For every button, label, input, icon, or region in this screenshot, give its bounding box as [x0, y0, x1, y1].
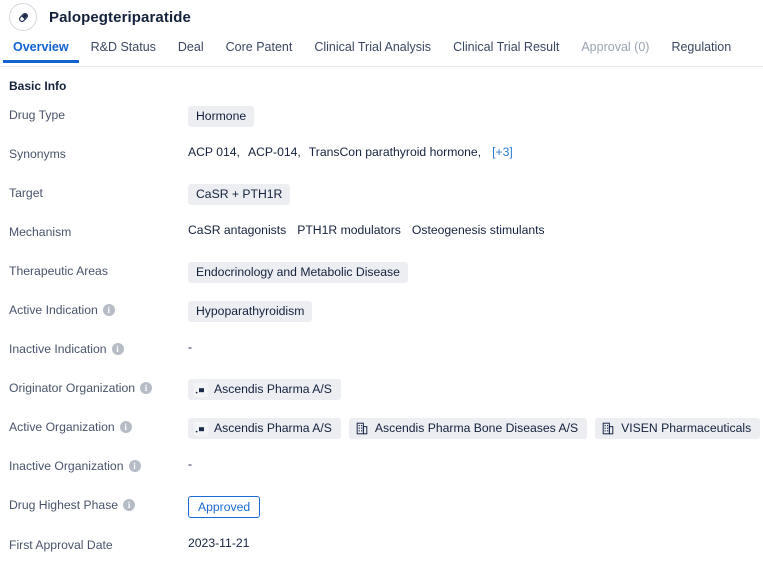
chip-organization[interactable]: Ascendis Pharma Bone Diseases A/S [348, 418, 588, 439]
chip-drug-type[interactable]: Hormone [188, 106, 255, 127]
tab-core-patent[interactable]: Core Patent [215, 34, 304, 63]
label-text: Synonyms [9, 147, 66, 161]
tab-clinical-trial-analysis[interactable]: Clinical Trial Analysis [303, 34, 442, 63]
value-drug-type: Hormone [188, 106, 763, 127]
empty-value: - [188, 457, 193, 471]
label-drug-highest-phase: Drug Highest Phase i [9, 496, 188, 512]
info-icon[interactable]: i [140, 382, 152, 394]
synonym-item: TransCon parathyroid hormone, [308, 145, 482, 159]
row-inactive-indication: Inactive Indication i - [9, 340, 763, 361]
organization-name: VISEN Pharmaceuticals [621, 421, 752, 435]
chip-organization[interactable]: Ascendis Pharma A/S [188, 379, 341, 400]
row-drug-type: Drug Type Hormone [9, 106, 763, 127]
info-icon[interactable]: i [119, 421, 132, 433]
mechanism-item: PTH1R modulators [297, 223, 401, 237]
organization-name: Ascendis Pharma Bone Diseases A/S [374, 421, 579, 435]
label-drug-type: Drug Type [9, 106, 188, 122]
tab-bar: Overview R&D Status Deal Core Patent Cli… [0, 34, 763, 67]
label-text: Mechanism [9, 225, 72, 239]
value-therapeutic-areas: Endocrinology and Metabolic Disease [188, 262, 763, 283]
company-logo-icon [194, 382, 208, 397]
label-text: Target [9, 186, 43, 200]
row-synonyms: Synonyms ACP 014, ACP-014, TransCon para… [9, 145, 763, 166]
label-active-organization: Active Organization i [9, 418, 188, 434]
row-inactive-organization: Inactive Organization i - [9, 457, 763, 478]
row-originator-organization: Originator Organization i Ascendis Pharm… [9, 379, 763, 400]
section-title-basic-info: Basic Info [9, 79, 67, 93]
value-synonyms: ACP 014, ACP-014, TransCon parathyroid h… [188, 145, 763, 159]
value-mechanism: CaSR antagonists PTH1R modulators Osteog… [188, 223, 763, 237]
page-header: Palopegteriparatide [0, 0, 763, 34]
mechanism-item: Osteogenesis stimulants [411, 223, 545, 237]
label-text: Drug Type [9, 108, 66, 122]
value-target: CaSR + PTH1R [188, 184, 763, 205]
info-icon[interactable]: i [111, 343, 124, 355]
overview-content: Basic Info Drug Type Hormone Synonyms AC… [0, 67, 763, 557]
chip-organization[interactable]: Ascendis Pharma A/S [188, 418, 341, 439]
label-text: Originator Organization [9, 381, 135, 395]
label-text: Inactive Indication [9, 342, 107, 356]
label-text: Inactive Organization [9, 459, 124, 473]
organization-name: Ascendis Pharma A/S [214, 382, 332, 396]
label-first-approval-date: First Approval Date [9, 536, 188, 552]
tab-clinical-trial-result[interactable]: Clinical Trial Result [442, 34, 570, 63]
page-title: Palopegteriparatide [49, 8, 191, 26]
info-icon[interactable]: i [102, 304, 115, 316]
label-text: First Approval Date [9, 538, 113, 552]
synonym-item: ACP-014, [247, 145, 301, 159]
value-drug-highest-phase: Approved [188, 496, 763, 518]
label-synonyms: Synonyms [9, 145, 188, 161]
chip-active-indication[interactable]: Hypoparathyroidism [188, 301, 313, 322]
label-mechanism: Mechanism [9, 223, 188, 239]
label-inactive-indication: Inactive Indication i [9, 340, 188, 356]
value-inactive-organization: - [188, 457, 763, 471]
building-icon [355, 422, 369, 436]
synonyms-more-link[interactable]: [+3] [492, 145, 513, 159]
tab-overview[interactable]: Overview [2, 34, 80, 63]
row-active-organization: Active Organization i Ascendis Pharma A/… [9, 418, 763, 439]
label-text: Therapeutic Areas [9, 264, 108, 278]
label-text: Active Organization [9, 420, 115, 434]
value-first-approval-date: 2023-11-21 [188, 536, 763, 550]
chip-therapeutic-area[interactable]: Endocrinology and Metabolic Disease [188, 262, 408, 283]
mechanism-item: CaSR antagonists [188, 223, 287, 237]
chip-organization[interactable]: VISEN Pharmaceuticals [595, 418, 761, 439]
label-inactive-organization: Inactive Organization i [9, 457, 188, 473]
label-active-indication: Active Indication i [9, 301, 188, 317]
info-icon[interactable]: i [123, 499, 136, 511]
building-icon [601, 422, 615, 436]
chip-target[interactable]: CaSR + PTH1R [188, 184, 291, 205]
label-text: Drug Highest Phase [9, 498, 119, 512]
row-drug-highest-phase: Drug Highest Phase i Approved [9, 496, 763, 518]
value-originator-organization: Ascendis Pharma A/S [188, 379, 763, 400]
value-active-organization: Ascendis Pharma A/S Ascendis Pharma Bone… [188, 418, 763, 439]
row-active-indication: Active Indication i Hypoparathyroidism [9, 301, 763, 322]
status-badge[interactable]: Approved [188, 496, 261, 518]
tab-deal[interactable]: Deal [167, 34, 215, 63]
tab-regulation[interactable]: Regulation [660, 34, 742, 63]
info-icon[interactable]: i [128, 460, 141, 472]
row-target: Target CaSR + PTH1R [9, 184, 763, 205]
label-text: Active Indication [9, 303, 98, 317]
row-first-approval-date: First Approval Date 2023-11-21 [9, 536, 763, 557]
empty-value: - [188, 340, 193, 354]
first-approval-date-value: 2023-11-21 [188, 536, 250, 550]
value-active-indication: Hypoparathyroidism [188, 301, 763, 322]
synonym-item: ACP 014, [188, 145, 240, 159]
label-originator-organization: Originator Organization i [9, 379, 188, 395]
row-mechanism: Mechanism CaSR antagonists PTH1R modulat… [9, 223, 763, 244]
tab-rd-status[interactable]: R&D Status [80, 34, 167, 63]
row-therapeutic-areas: Therapeutic Areas Endocrinology and Meta… [9, 262, 763, 283]
label-therapeutic-areas: Therapeutic Areas [9, 262, 188, 278]
capsule-pill-icon [9, 3, 37, 31]
value-inactive-indication: - [188, 340, 763, 354]
organization-name: Ascendis Pharma A/S [214, 421, 332, 435]
label-target: Target [9, 184, 188, 200]
company-logo-icon [194, 421, 208, 436]
tab-approval: Approval (0) [581, 40, 650, 54]
